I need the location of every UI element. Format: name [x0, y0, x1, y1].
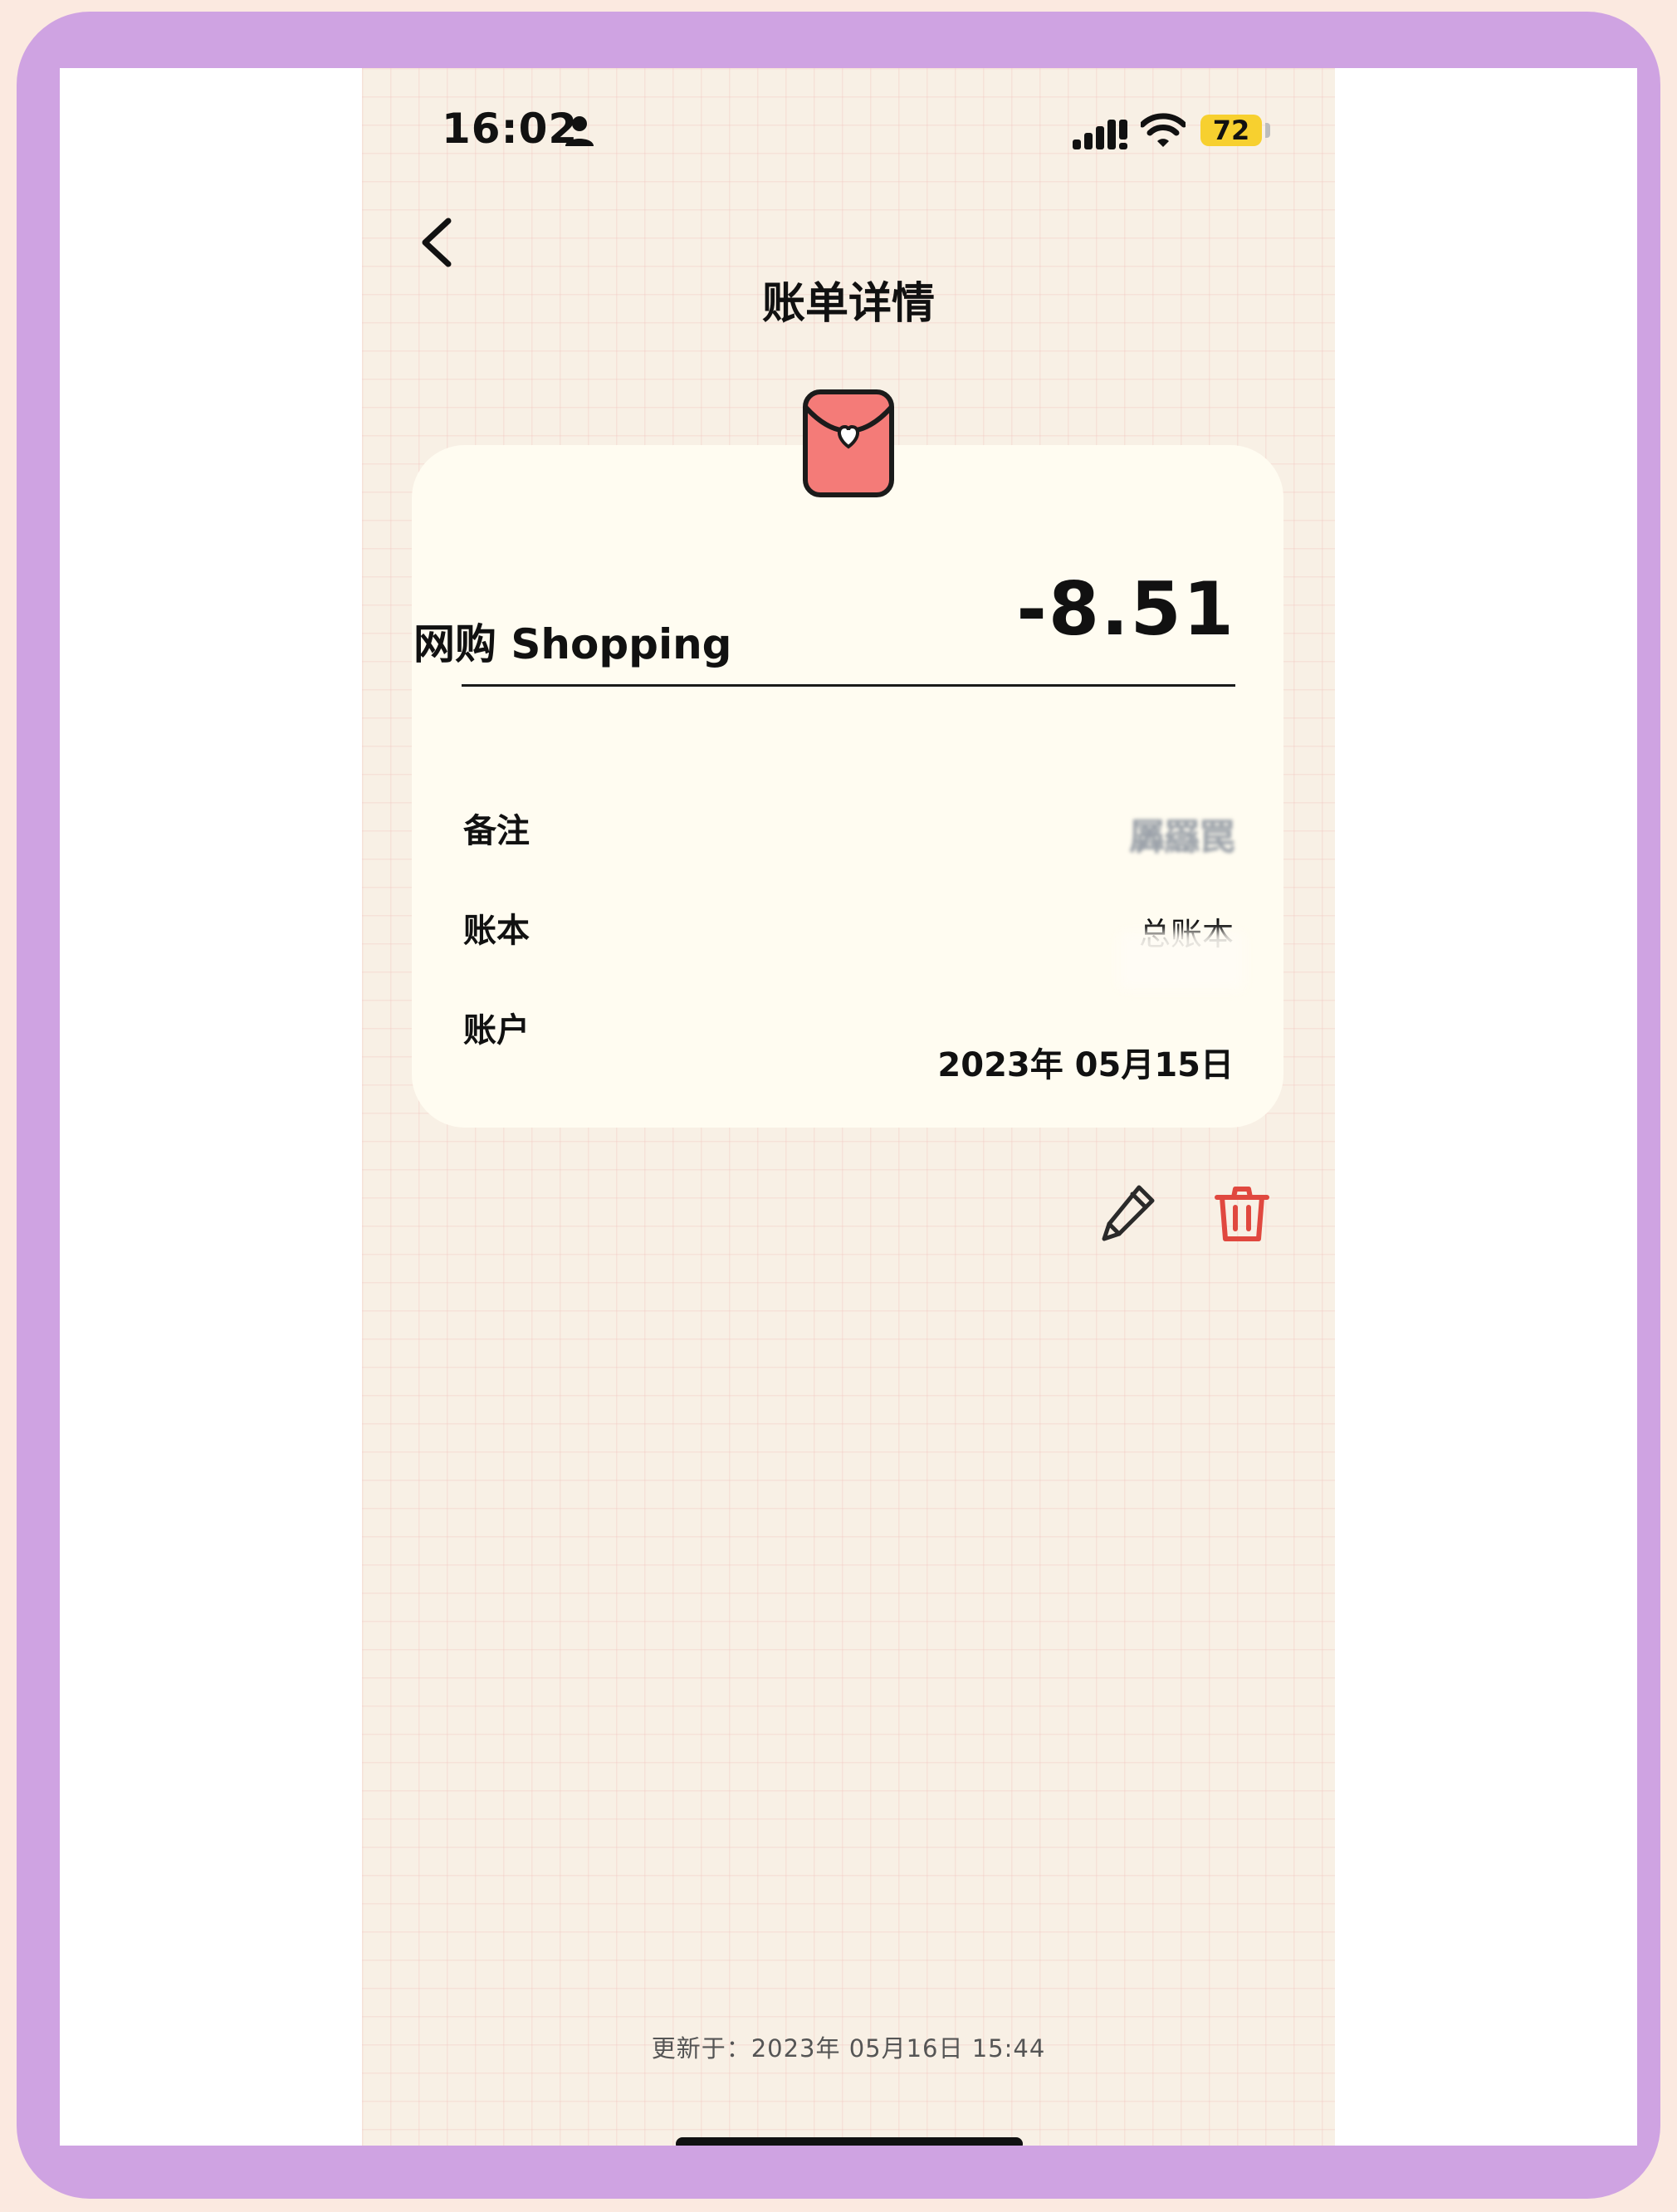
red-envelope-heart-icon [803, 389, 894, 497]
note-value: 羼羉罠 [1129, 816, 1235, 859]
category-name: 网购 Shopping [413, 620, 732, 668]
phone-screen: 16:02 72 账单详情 网购 Shopping -8.51 备注 羼羉罠 账… [362, 68, 1335, 2146]
battery-tip [1265, 123, 1270, 138]
person-icon [565, 116, 594, 146]
signal-icon [1073, 120, 1127, 149]
chevron-left-icon [422, 218, 452, 267]
page-title: 账单详情 [761, 279, 935, 329]
account-value [1119, 932, 1244, 990]
account-label: 账户 [463, 1011, 530, 1050]
home-indicator[interactable] [676, 2137, 1023, 2146]
trash-icon [1215, 1187, 1269, 1241]
bill-date: 2023年 05月15日 [937, 1046, 1234, 1084]
edit-button[interactable] [1096, 1181, 1162, 1247]
ledger-label: 账本 [463, 912, 530, 950]
delete-button[interactable] [1209, 1181, 1275, 1247]
battery-icon: 72 [1200, 115, 1262, 146]
wifi-icon [1141, 113, 1186, 147]
bill-card [412, 445, 1283, 1128]
divider [462, 684, 1235, 687]
status-time: 16:02 [442, 105, 579, 153]
note-label: 备注 [463, 812, 530, 850]
back-button[interactable] [407, 209, 465, 276]
updated-timestamp: 更新于：2023年 05月16日 15:44 [651, 2034, 1046, 2063]
bill-amount: -8.51 [1016, 566, 1235, 652]
pencil-icon [1102, 1185, 1155, 1241]
